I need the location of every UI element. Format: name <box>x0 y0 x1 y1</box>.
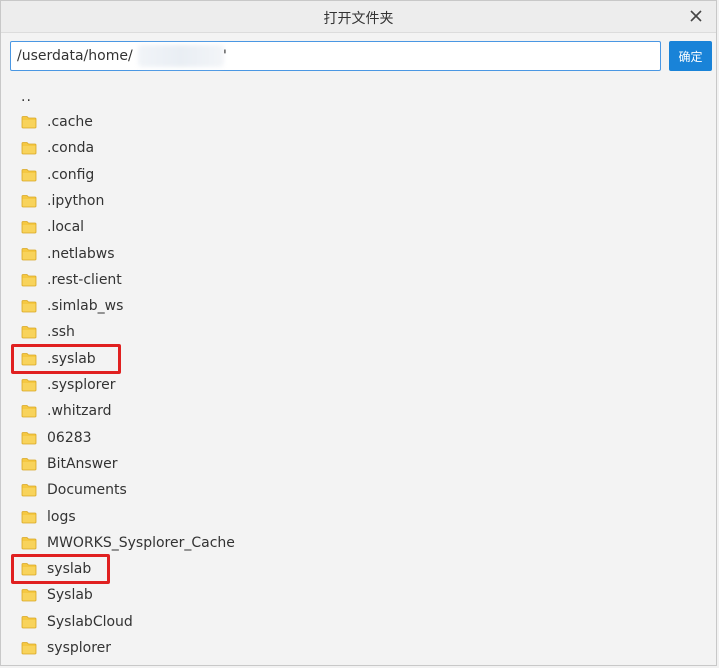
folder-item[interactable]: .sysplorer <box>21 373 115 397</box>
folder-icon <box>21 273 37 287</box>
folder-item[interactable]: .config <box>21 163 94 187</box>
folder-item[interactable]: .ipython <box>21 189 104 213</box>
folder-icon <box>21 615 37 629</box>
folder-icon <box>21 194 37 208</box>
folder-item[interactable]: logs <box>21 505 76 529</box>
folder-item[interactable]: .conda <box>21 136 94 160</box>
folder-label: Documents <box>47 482 127 499</box>
title-bar: 打开文件夹 <box>1 1 716 33</box>
folder-item[interactable]: .simlab_ws <box>21 294 123 318</box>
folder-item[interactable]: 06283 <box>21 426 92 450</box>
folder-icon <box>21 141 37 155</box>
folder-label: sysplorer <box>47 640 112 656</box>
folder-item[interactable]: Syslab <box>21 583 93 607</box>
folder-item[interactable]: MWORKS_Sysplorer_Cache <box>21 531 235 555</box>
folder-icon <box>21 220 37 234</box>
folder-icon <box>21 483 37 497</box>
folder-label: .whitzard <box>47 403 112 420</box>
folder-label: .rest-client <box>47 271 122 288</box>
folder-icon <box>21 536 37 550</box>
open-folder-dialog: 打开文件夹 ' 确定 .. .cache .conda .config .ipytho… <box>0 0 717 666</box>
folder-item[interactable]: .local <box>21 215 84 239</box>
folder-label: 06283 <box>47 429 92 446</box>
folder-icon <box>21 404 37 418</box>
folder-icon <box>21 378 37 392</box>
folder-icon <box>21 457 37 471</box>
folder-icon <box>21 641 37 655</box>
folder-item[interactable]: .whitzard <box>21 399 111 423</box>
folder-label: .ssh <box>47 324 75 341</box>
folder-label: .config <box>47 166 95 183</box>
folder-label: .local <box>47 219 85 236</box>
path-input[interactable] <box>10 41 661 71</box>
folder-item[interactable]: .netlabws <box>21 242 115 266</box>
folder-label: .sysplorer <box>47 377 116 393</box>
folder-label: logs <box>47 508 76 525</box>
folder-label: .ipython <box>47 192 105 209</box>
folder-label: .cache <box>47 114 93 130</box>
folder-label: .simlab_ws <box>47 298 124 315</box>
folder-icon <box>21 247 37 261</box>
confirm-button[interactable]: 确定 <box>669 41 712 71</box>
folder-icon <box>21 588 37 602</box>
folder-item[interactable]: Documents <box>21 478 127 502</box>
folder-label: Syslab <box>47 587 93 604</box>
highlight-box <box>11 554 110 585</box>
folder-icon <box>21 325 37 339</box>
folder-icon <box>21 431 37 445</box>
highlight-box <box>11 343 121 374</box>
dialog-title: 打开文件夹 <box>323 11 394 27</box>
parent-directory-item[interactable]: .. <box>21 89 32 105</box>
folder-label: MWORKS_Sysplorer_Cache <box>47 534 235 551</box>
redacted-path-segment <box>138 45 224 67</box>
folder-label: SyslabCloud <box>47 613 133 630</box>
folder-item[interactable]: .ssh <box>21 320 75 344</box>
folder-icon <box>21 168 37 182</box>
folder-item[interactable]: .cache <box>21 110 93 134</box>
folder-item[interactable]: sysplorer <box>21 636 111 660</box>
path-suffix: ' <box>223 48 227 64</box>
folder-icon <box>21 299 37 313</box>
folder-item[interactable]: .rest-client <box>21 268 122 292</box>
folder-label: BitAnswer <box>47 455 118 472</box>
folder-label: .netlabws <box>47 245 115 262</box>
folder-item[interactable]: BitAnswer <box>21 452 118 476</box>
close-icon <box>686 6 706 26</box>
folder-icon <box>21 510 37 524</box>
folder-item[interactable]: SyslabCloud <box>21 610 133 634</box>
folder-label: .conda <box>47 140 95 157</box>
close-button[interactable] <box>686 6 706 26</box>
folder-icon <box>21 115 37 129</box>
